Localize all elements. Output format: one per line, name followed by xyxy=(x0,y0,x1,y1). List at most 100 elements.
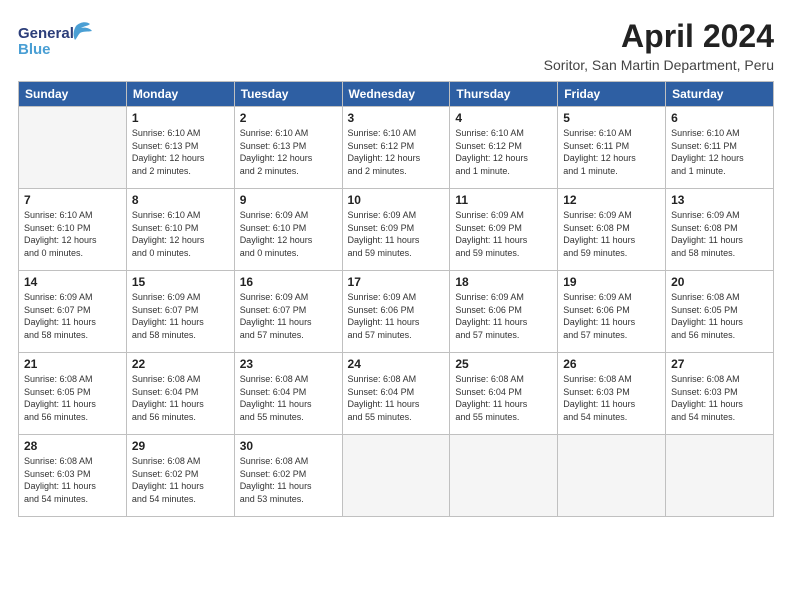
day-number: 30 xyxy=(240,439,337,453)
day-info: Sunrise: 6:08 AMSunset: 6:03 PMDaylight:… xyxy=(24,455,121,505)
day-number: 13 xyxy=(671,193,768,207)
calendar-cell: 1 Sunrise: 6:10 AMSunset: 6:13 PMDaylight… xyxy=(126,107,234,189)
calendar-header-row: Sunday Monday Tuesday Wednesday Thursday… xyxy=(19,82,774,107)
header-monday: Monday xyxy=(126,82,234,107)
day-info: Sunrise: 6:09 AMSunset: 6:08 PMDaylight:… xyxy=(563,209,660,259)
day-info: Sunrise: 6:08 AMSunset: 6:04 PMDaylight:… xyxy=(348,373,445,423)
day-number: 29 xyxy=(132,439,229,453)
day-info: Sunrise: 6:08 AMSunset: 6:02 PMDaylight:… xyxy=(240,455,337,505)
calendar-cell xyxy=(450,435,558,517)
logo-svg: General Blue xyxy=(18,18,93,66)
header-saturday: Saturday xyxy=(666,82,774,107)
page-header: General Blue April 2024 Soritor, San Mar… xyxy=(18,18,774,73)
day-number: 2 xyxy=(240,111,337,125)
day-info: Sunrise: 6:10 AMSunset: 6:13 PMDaylight:… xyxy=(240,127,337,177)
calendar-week-3: 14 Sunrise: 6:09 AMSunset: 6:07 PMDayligh… xyxy=(19,271,774,353)
day-number: 6 xyxy=(671,111,768,125)
calendar-cell: 12 Sunrise: 6:09 AMSunset: 6:08 PMDayligh… xyxy=(558,189,666,271)
calendar-week-1: 1 Sunrise: 6:10 AMSunset: 6:13 PMDaylight… xyxy=(19,107,774,189)
calendar-cell: 4Sunrise: 6:10 AMSunset: 6:12 PMDaylight… xyxy=(450,107,558,189)
day-info: Sunrise: 6:08 AMSunset: 6:05 PMDaylight:… xyxy=(671,291,768,341)
day-number: 18 xyxy=(455,275,552,289)
day-number: 11 xyxy=(455,193,552,207)
day-number: 21 xyxy=(24,357,121,371)
header-friday: Friday xyxy=(558,82,666,107)
calendar-cell: 28 Sunrise: 6:08 AMSunset: 6:03 PMDayligh… xyxy=(19,435,127,517)
calendar-week-2: 7 Sunrise: 6:10 AMSunset: 6:10 PMDaylight… xyxy=(19,189,774,271)
calendar-cell: 11 Sunrise: 6:09 AMSunset: 6:09 PMDayligh… xyxy=(450,189,558,271)
day-number: 15 xyxy=(132,275,229,289)
day-number: 10 xyxy=(348,193,445,207)
calendar-cell: 7 Sunrise: 6:10 AMSunset: 6:10 PMDaylight… xyxy=(19,189,127,271)
subtitle: Soritor, San Martin Department, Peru xyxy=(544,57,774,73)
day-info: Sunrise: 6:09 AMSunset: 6:09 PMDaylight:… xyxy=(348,209,445,259)
calendar-cell xyxy=(342,435,450,517)
day-info: Sunrise: 6:09 AMSunset: 6:09 PMDaylight:… xyxy=(455,209,552,259)
day-number: 12 xyxy=(563,193,660,207)
calendar-cell: 14 Sunrise: 6:09 AMSunset: 6:07 PMDayligh… xyxy=(19,271,127,353)
calendar-cell: 6Sunrise: 6:10 AMSunset: 6:11 PMDaylight… xyxy=(666,107,774,189)
calendar-cell: 17 Sunrise: 6:09 AMSunset: 6:06 PMDayligh… xyxy=(342,271,450,353)
calendar-cell: 22 Sunrise: 6:08 AMSunset: 6:04 PMDayligh… xyxy=(126,353,234,435)
day-info: Sunrise: 6:09 AMSunset: 6:08 PMDaylight:… xyxy=(671,209,768,259)
header-wednesday: Wednesday xyxy=(342,82,450,107)
day-info: Sunrise: 6:08 AMSunset: 6:04 PMDaylight:… xyxy=(240,373,337,423)
header-tuesday: Tuesday xyxy=(234,82,342,107)
day-info: Sunrise: 6:09 AMSunset: 6:06 PMDaylight:… xyxy=(348,291,445,341)
day-info: Sunrise: 6:09 AMSunset: 6:06 PMDaylight:… xyxy=(563,291,660,341)
day-number: 28 xyxy=(24,439,121,453)
header-thursday: Thursday xyxy=(450,82,558,107)
calendar-cell: 26Sunrise: 6:08 AMSunset: 6:03 PMDayligh… xyxy=(558,353,666,435)
calendar-cell: 29Sunrise: 6:08 AMSunset: 6:02 PMDayligh… xyxy=(126,435,234,517)
calendar-cell: 13 Sunrise: 6:09 AMSunset: 6:08 PMDayligh… xyxy=(666,189,774,271)
day-info: Sunrise: 6:08 AMSunset: 6:05 PMDaylight:… xyxy=(24,373,121,423)
calendar-cell: 27Sunrise: 6:08 AMSunset: 6:03 PMDayligh… xyxy=(666,353,774,435)
calendar-cell: 9 Sunrise: 6:09 AMSunset: 6:10 PMDaylight… xyxy=(234,189,342,271)
day-info: Sunrise: 6:10 AMSunset: 6:10 PMDaylight:… xyxy=(24,209,121,259)
day-number: 3 xyxy=(348,111,445,125)
calendar-cell: 21 Sunrise: 6:08 AMSunset: 6:05 PMDayligh… xyxy=(19,353,127,435)
day-number: 17 xyxy=(348,275,445,289)
day-number: 27 xyxy=(671,357,768,371)
calendar-cell xyxy=(19,107,127,189)
logo: General Blue xyxy=(18,18,93,66)
day-info: Sunrise: 6:09 AMSunset: 6:07 PMDaylight:… xyxy=(240,291,337,341)
calendar-cell xyxy=(666,435,774,517)
calendar-cell: 18Sunrise: 6:09 AMSunset: 6:06 PMDayligh… xyxy=(450,271,558,353)
day-number: 9 xyxy=(240,193,337,207)
calendar-cell: 20Sunrise: 6:08 AMSunset: 6:05 PMDayligh… xyxy=(666,271,774,353)
calendar-cell: 30 Sunrise: 6:08 AMSunset: 6:02 PMDayligh… xyxy=(234,435,342,517)
calendar-cell: 24 Sunrise: 6:08 AMSunset: 6:04 PMDayligh… xyxy=(342,353,450,435)
calendar-cell: 10 Sunrise: 6:09 AMSunset: 6:09 PMDayligh… xyxy=(342,189,450,271)
calendar: Sunday Monday Tuesday Wednesday Thursday… xyxy=(18,81,774,517)
day-info: Sunrise: 6:10 AMSunset: 6:11 PMDaylight:… xyxy=(563,127,660,177)
day-number: 8 xyxy=(132,193,229,207)
day-info: Sunrise: 6:10 AMSunset: 6:12 PMDaylight:… xyxy=(348,127,445,177)
svg-text:Blue: Blue xyxy=(18,41,51,58)
day-number: 16 xyxy=(240,275,337,289)
day-info: Sunrise: 6:08 AMSunset: 6:04 PMDaylight:… xyxy=(455,373,552,423)
calendar-cell: 16 Sunrise: 6:09 AMSunset: 6:07 PMDayligh… xyxy=(234,271,342,353)
day-info: Sunrise: 6:10 AMSunset: 6:10 PMDaylight:… xyxy=(132,209,229,259)
calendar-cell xyxy=(558,435,666,517)
calendar-cell: 2 Sunrise: 6:10 AMSunset: 6:13 PMDaylight… xyxy=(234,107,342,189)
day-number: 5 xyxy=(563,111,660,125)
header-sunday: Sunday xyxy=(19,82,127,107)
calendar-cell: 8 Sunrise: 6:10 AMSunset: 6:10 PMDaylight… xyxy=(126,189,234,271)
day-number: 22 xyxy=(132,357,229,371)
calendar-cell: 3 Sunrise: 6:10 AMSunset: 6:12 PMDaylight… xyxy=(342,107,450,189)
day-number: 1 xyxy=(132,111,229,125)
day-number: 7 xyxy=(24,193,121,207)
day-number: 19 xyxy=(563,275,660,289)
day-info: Sunrise: 6:09 AMSunset: 6:10 PMDaylight:… xyxy=(240,209,337,259)
day-number: 24 xyxy=(348,357,445,371)
calendar-week-5: 28 Sunrise: 6:08 AMSunset: 6:03 PMDayligh… xyxy=(19,435,774,517)
calendar-cell: 19 Sunrise: 6:09 AMSunset: 6:06 PMDayligh… xyxy=(558,271,666,353)
day-number: 23 xyxy=(240,357,337,371)
day-info: Sunrise: 6:08 AMSunset: 6:04 PMDaylight:… xyxy=(132,373,229,423)
day-info: Sunrise: 6:10 AMSunset: 6:13 PMDaylight:… xyxy=(132,127,229,177)
day-number: 14 xyxy=(24,275,121,289)
day-number: 26 xyxy=(563,357,660,371)
day-info: Sunrise: 6:09 AMSunset: 6:07 PMDaylight:… xyxy=(24,291,121,341)
main-title: April 2024 xyxy=(544,18,774,55)
